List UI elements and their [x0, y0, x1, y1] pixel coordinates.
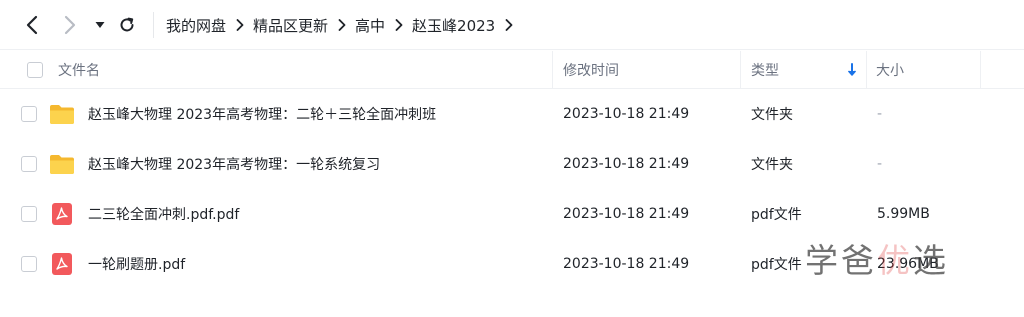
file-type: 文件夹 [751, 157, 793, 173]
nav-divider [153, 12, 154, 38]
column-header-modified[interactable]: 修改时间 [563, 51, 619, 89]
file-type: pdf文件 [751, 257, 802, 273]
file-row[interactable]: 赵玉峰大物理 2023年高考物理：一轮系统复习 2023-10-18 21:49… [0, 139, 1024, 189]
breadcrumb-item[interactable]: 我的网盘 [166, 15, 226, 36]
chevron-left-icon [26, 15, 38, 35]
chevron-right-icon [505, 19, 513, 31]
file-size: 5.99MB [877, 206, 930, 222]
column-divider [740, 51, 741, 89]
row-checkbox[interactable] [21, 206, 37, 222]
arrow-down-icon [847, 63, 857, 76]
caret-down-icon [95, 22, 105, 28]
column-divider [980, 51, 981, 89]
column-header-size[interactable]: 大小 [876, 51, 904, 89]
folder-icon [49, 102, 75, 126]
pdf-icon [49, 202, 75, 226]
file-size: - [877, 106, 883, 122]
row-checkbox[interactable] [21, 256, 37, 272]
file-type: pdf文件 [751, 207, 802, 223]
chevron-right-icon [395, 19, 403, 31]
select-all-checkbox[interactable] [27, 62, 43, 78]
chevron-right-icon [338, 19, 346, 31]
column-divider [866, 51, 867, 89]
column-header-type[interactable]: 类型 [751, 51, 779, 89]
watermark: 学爸优选 [805, 233, 949, 283]
refresh-button[interactable] [114, 13, 140, 37]
file-modified: 2023-10-18 21:49 [563, 106, 690, 122]
file-type: 文件夹 [751, 107, 793, 123]
breadcrumb-item-current[interactable]: 赵玉峰2023 [412, 15, 495, 36]
navigation-bar: 我的网盘 精品区更新 高中 赵玉峰2023 [0, 0, 1024, 50]
back-button[interactable] [18, 13, 46, 37]
file-modified: 2023-10-18 21:49 [563, 256, 690, 272]
file-name[interactable]: 赵玉峰大物理 2023年高考物理：一轮系统复习 [88, 139, 380, 189]
file-modified: 2023-10-18 21:49 [563, 206, 690, 222]
sort-button[interactable] [847, 51, 857, 89]
refresh-icon [120, 17, 134, 32]
watermark-text: 选 [913, 241, 949, 280]
history-dropdown-button[interactable] [90, 13, 110, 37]
file-name[interactable]: 赵玉峰大物理 2023年高考物理：二轮＋三轮全面冲刺班 [88, 89, 436, 139]
watermark-text: 优 [877, 241, 913, 280]
file-list-header: 文件名 修改时间 类型 大小 [0, 51, 1024, 89]
chevron-right-icon [64, 15, 76, 35]
file-name[interactable]: 一轮刷题册.pdf [88, 239, 185, 289]
chevron-right-icon [236, 19, 244, 31]
folder-icon [49, 152, 75, 176]
file-size: - [877, 156, 883, 172]
breadcrumb-item[interactable]: 精品区更新 [253, 15, 328, 36]
file-row[interactable]: 二三轮全面冲刺.pdf.pdf 2023-10-18 21:49 pdf文件 5… [0, 189, 1024, 239]
pdf-icon [49, 252, 75, 276]
file-row[interactable]: 赵玉峰大物理 2023年高考物理：二轮＋三轮全面冲刺班 2023-10-18 2… [0, 89, 1024, 139]
column-divider [552, 51, 553, 89]
row-checkbox[interactable] [21, 106, 37, 122]
column-header-name[interactable]: 文件名 [58, 51, 100, 89]
row-checkbox[interactable] [21, 156, 37, 172]
breadcrumb: 我的网盘 精品区更新 高中 赵玉峰2023 [166, 12, 522, 38]
watermark-text: 学爸 [805, 241, 877, 280]
file-name[interactable]: 二三轮全面冲刺.pdf.pdf [88, 189, 239, 239]
file-modified: 2023-10-18 21:49 [563, 156, 690, 172]
breadcrumb-item[interactable]: 高中 [355, 15, 385, 36]
forward-button[interactable] [56, 13, 84, 37]
